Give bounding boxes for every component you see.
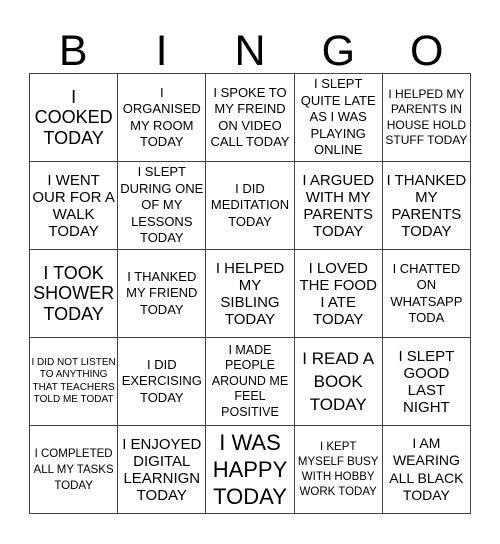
cell-text: I WAS HAPPY TODAY: [212, 430, 288, 509]
bingo-cell[interactable]: I THANKED MY PARENTS TODAY: [382, 162, 471, 250]
cell-text: I COOKED TODAY: [34, 86, 113, 148]
bingo-cell[interactable]: I READ A BOOK TODAY: [294, 338, 383, 426]
cell-text: I SLEPT QUITE LATE AS I WAS PLAYING ONLI…: [300, 76, 376, 158]
cell-text: I ARGUED WITH MY PARENTS TODAY: [302, 171, 375, 240]
bingo-cell[interactable]: I ENJOYED DIGITAL LEARNIGN TODAY: [118, 426, 207, 514]
bingo-cell[interactable]: I WAS HAPPY TODAY: [206, 426, 295, 514]
cell-text: I COMPLETED ALL MY TASKS TODAY: [33, 447, 114, 492]
cell-text: I LOVED THE FOOD I ATE TODAY: [299, 259, 377, 328]
cell-text: I WENT OUR FOR A WALK TODAY: [32, 171, 115, 240]
cell-text: I SPOKE TO MY FREIND ON VIDEO CALL TODAY: [210, 84, 290, 150]
header-letter-i: I: [155, 27, 168, 75]
cell-text: I DID MEDITATION TODAY: [210, 180, 290, 229]
cell-text: I READ A BOOK TODAY: [302, 349, 375, 414]
cell-text: I KEPT MYSELF BUSY WITH HOBBY WORK TODAY: [297, 440, 379, 498]
bingo-cell[interactable]: I HELPED MY PARENTS IN HOUSE HOLD STUFF …: [382, 74, 471, 162]
bingo-cell[interactable]: I ORGANISED MY ROOM TODAY: [118, 74, 207, 162]
bingo-cell[interactable]: I SLEPT QUITE LATE AS I WAS PLAYING ONLI…: [294, 74, 383, 162]
bingo-cell[interactable]: I AM WEARING ALL BLACK TODAY: [382, 426, 471, 514]
cell-text: I THANKED MY PARENTS TODAY: [386, 171, 467, 240]
bingo-cell[interactable]: I COOKED TODAY: [30, 74, 119, 162]
cell-text: I CHATTED ON WHATSAPP TODA: [390, 260, 463, 326]
cell-text: I SLEPT DURING ONE OF MY LESSONS TODAY: [120, 164, 204, 246]
cell-text: I DID EXERCISING TODAY: [121, 356, 202, 405]
bingo-cell[interactable]: I DID MEDITATION TODAY: [206, 162, 295, 250]
header-letter-b: B: [58, 27, 88, 75]
cell-text: I THANKED MY FRIEND TODAY: [126, 268, 198, 317]
bingo-cell[interactable]: I SLEPT GOOD LAST NIGHT: [382, 338, 471, 426]
cell-text: I SLEPT GOOD LAST NIGHT: [398, 347, 455, 416]
cell-text: I AM WEARING ALL BLACK TODAY: [389, 434, 464, 504]
bingo-cell[interactable]: I TOOK SHOWER TODAY: [30, 250, 119, 338]
bingo-header: B I N G O: [29, 28, 471, 74]
bingo-cell[interactable]: I WENT OUR FOR A WALK TODAY: [30, 162, 119, 250]
bingo-cell[interactable]: I HELPED MY SIBLING TODAY: [206, 250, 295, 338]
cell-text: I ENJOYED DIGITAL LEARNIGN TODAY: [122, 435, 202, 504]
header-letter-g: G: [321, 27, 356, 75]
bingo-cell[interactable]: I DID NOT LISTEN TO ANYTHING THAT TEACHE…: [30, 338, 119, 426]
bingo-cell[interactable]: I COMPLETED ALL MY TASKS TODAY: [30, 426, 119, 514]
bingo-cell[interactable]: I DID EXERCISING TODAY: [118, 338, 207, 426]
bingo-cell[interactable]: I MADE PEOPLE AROUND ME FEEL POSITIVE: [206, 338, 295, 426]
bingo-cell[interactable]: I THANKED MY FRIEND TODAY: [118, 250, 207, 338]
cell-text: I HELPED MY PARENTS IN HOUSE HOLD STUFF …: [385, 86, 468, 148]
bingo-cell[interactable]: I SPOKE TO MY FREIND ON VIDEO CALL TODAY: [206, 74, 295, 162]
bingo-cell[interactable]: I CHATTED ON WHATSAPP TODA: [382, 250, 471, 338]
cell-text: I MADE PEOPLE AROUND ME FEEL POSITIVE: [211, 342, 289, 419]
cell-text: I TOOK SHOWER TODAY: [33, 262, 115, 324]
bingo-cell[interactable]: I SLEPT DURING ONE OF MY LESSONS TODAY: [118, 162, 207, 250]
bingo-cell[interactable]: I LOVED THE FOOD I ATE TODAY: [294, 250, 383, 338]
bingo-cell[interactable]: I ARGUED WITH MY PARENTS TODAY: [294, 162, 383, 250]
bingo-grid: I COOKED TODAY I ORGANISED MY ROOM TODAY…: [29, 73, 471, 514]
cell-text: I ORGANISED MY ROOM TODAY: [122, 84, 201, 150]
cell-text: I HELPED MY SIBLING TODAY: [215, 259, 285, 328]
header-letter-o: O: [410, 27, 444, 75]
cell-text: I DID NOT LISTEN TO ANYTHING THAT TEACHE…: [31, 356, 116, 406]
bingo-cell[interactable]: I KEPT MYSELF BUSY WITH HOBBY WORK TODAY: [294, 426, 383, 514]
header-letter-n: N: [234, 27, 266, 75]
